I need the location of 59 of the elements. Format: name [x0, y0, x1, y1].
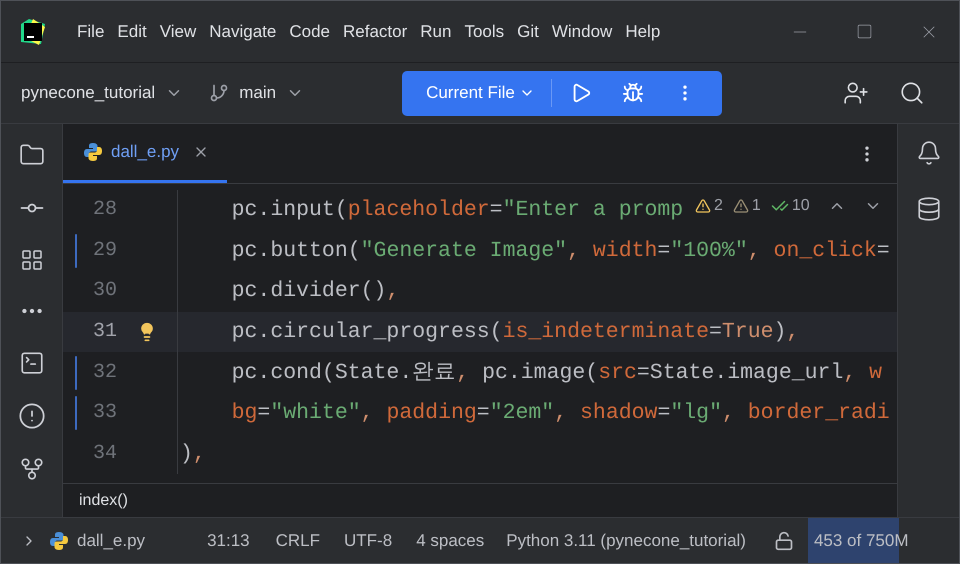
file-encoding[interactable]: UTF-8 [344, 528, 392, 554]
app-logo-icon[interactable] [19, 18, 47, 46]
cursor-position[interactable]: 31:13 [207, 528, 250, 554]
menu-item[interactable]: Navigate [209, 18, 276, 44]
database-icon[interactable] [916, 196, 942, 222]
inspection-count[interactable]: 10 [770, 194, 810, 218]
code-line: pc.cond(State.완료, pc.image(src=State.image_url, w [230, 360, 882, 387]
structure-icon[interactable] [20, 248, 44, 272]
maximize-icon[interactable] [856, 23, 873, 40]
menu-item[interactable]: Window [552, 18, 612, 44]
menu-item[interactable]: Tools [464, 18, 504, 44]
file-tab[interactable]: dall_e.py [63, 124, 228, 183]
menu-item[interactable]: View [160, 18, 196, 44]
menu-item[interactable]: Run [420, 18, 452, 44]
line-number: 28 [92, 197, 117, 224]
line-number: 31 [92, 319, 117, 346]
bug-icon[interactable] [622, 82, 644, 104]
warning-icon [732, 198, 749, 214]
code-line: ), [179, 440, 206, 468]
menu-item[interactable]: Help [625, 18, 660, 44]
inspection-count[interactable]: 1 [732, 194, 761, 218]
line-number: 33 [92, 400, 117, 426]
problems-icon[interactable] [18, 402, 46, 430]
status-file[interactable]: dall_e.py [77, 528, 146, 554]
add-user-icon[interactable] [843, 80, 869, 106]
breadcrumb[interactable]: index() [79, 488, 128, 512]
change-marker[interactable] [75, 356, 77, 390]
python-icon [83, 142, 103, 162]
change-marker[interactable] [75, 234, 77, 268]
search-icon[interactable] [899, 80, 925, 106]
branch-icon [209, 83, 230, 103]
change-marker[interactable] [75, 396, 77, 430]
code-line: pc.circular_progress(is_indeterminate=True), [230, 318, 800, 346]
code-line: bg="white", padding="2em", shadow="lg", border_radi [230, 400, 890, 428]
line-number: 34 [92, 440, 117, 467]
run-config-dropdown[interactable]: Current File [402, 70, 551, 116]
line-number: 32 [92, 360, 117, 386]
code-line: pc.input(placeholder="Enter a promp [230, 197, 684, 224]
unlock-icon[interactable] [774, 530, 794, 550]
indent-setting[interactable]: 4 spaces [416, 528, 484, 554]
python-icon [49, 530, 69, 550]
code-line: pc.button("Generate Image", width="100%", on_click= [230, 238, 890, 265]
menu-item[interactable]: File [77, 18, 104, 44]
warning-icon [695, 198, 711, 214]
line-number: 30 [92, 278, 117, 304]
terminal-icon[interactable] [18, 350, 44, 376]
menu-item[interactable]: Refactor [343, 18, 408, 44]
line-separator[interactable]: CRLF [276, 528, 320, 554]
line-number: 29 [92, 238, 117, 264]
code-line: pc.divider(), [230, 278, 400, 306]
git-icon[interactable] [18, 456, 44, 482]
menu-item[interactable]: Edit [117, 18, 147, 44]
notifications-icon[interactable] [916, 140, 942, 166]
menu-item[interactable]: Code [289, 18, 330, 44]
branch-dropdown[interactable]: main [209, 80, 304, 106]
interpreter[interactable]: Python 3.11 (pynecone_tutorial) [506, 528, 746, 554]
inspection-count[interactable]: 2 [695, 194, 723, 218]
project-dropdown[interactable]: pynecone_tutorial [21, 80, 184, 106]
menu-item[interactable]: Git [517, 18, 539, 44]
